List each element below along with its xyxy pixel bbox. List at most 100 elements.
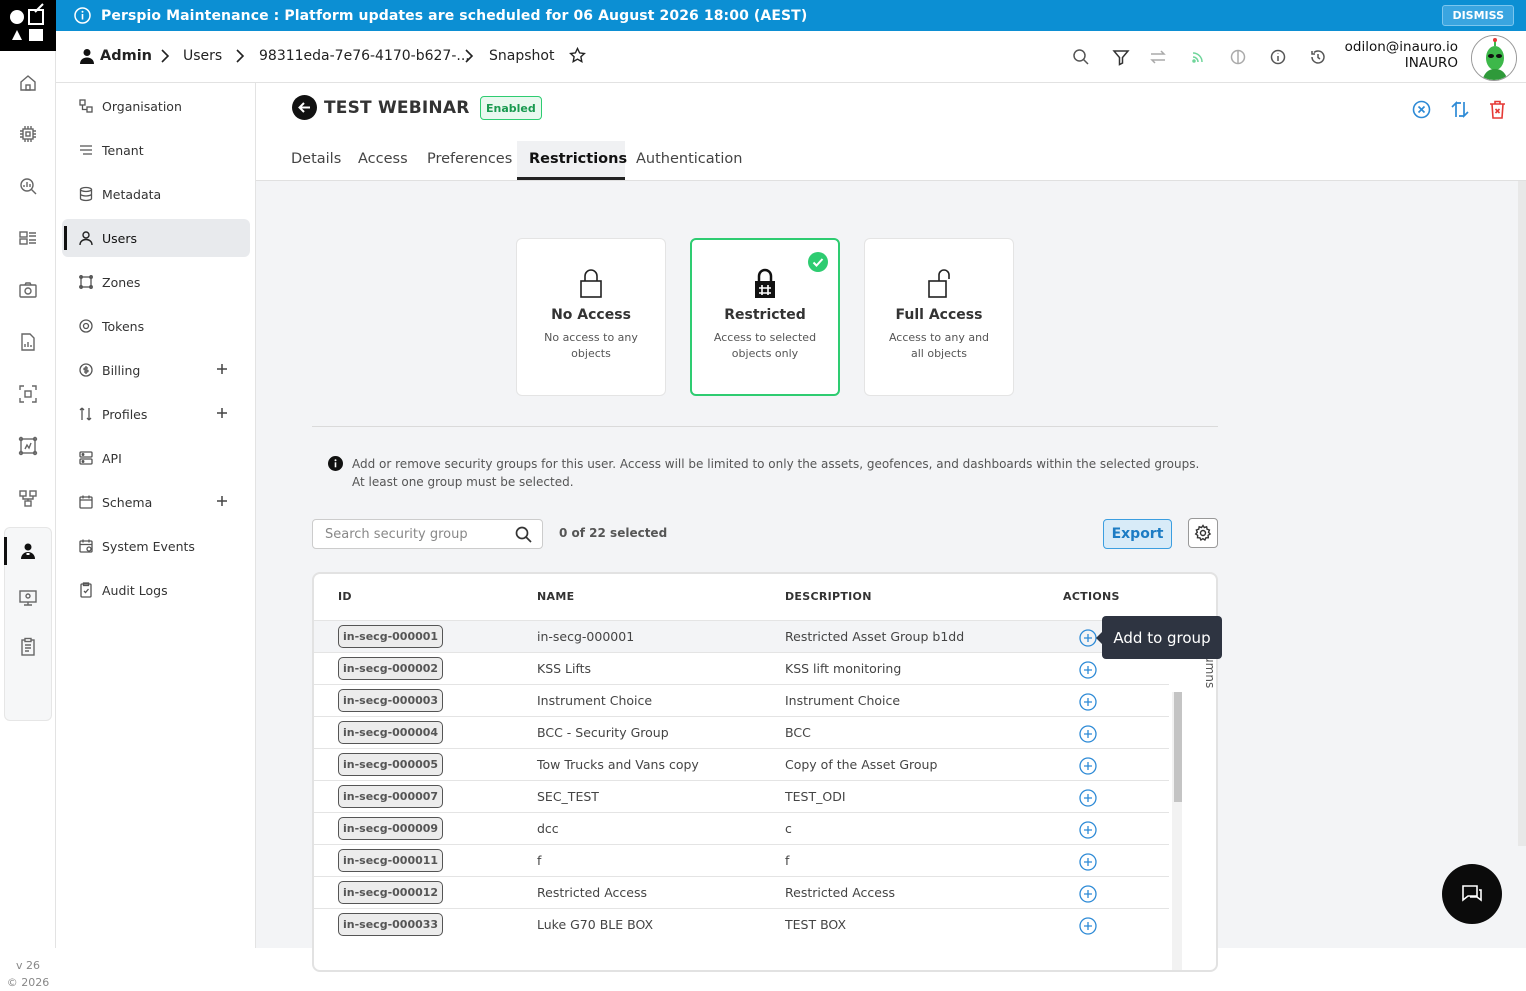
add-circle-icon[interactable] xyxy=(1079,757,1097,775)
table-settings-button[interactable] xyxy=(1188,518,1218,548)
expand-plus-icon[interactable] xyxy=(216,363,228,375)
sidebar-item-metadata[interactable]: Metadata xyxy=(62,175,250,213)
add-circle-icon[interactable] xyxy=(1079,885,1097,903)
sidebar-item-schema[interactable]: Schema xyxy=(62,483,250,521)
sidebar-item-zones[interactable]: Zones xyxy=(62,263,250,301)
add-circle-icon[interactable] xyxy=(1079,661,1097,679)
add-circle-icon[interactable] xyxy=(1079,629,1097,647)
table-scroll-thumb[interactable] xyxy=(1174,692,1182,802)
table-row[interactable]: in-secg-000001 in-secg-000001 Restricted A… xyxy=(314,620,1216,652)
breadcrumb-admin[interactable]: Admin xyxy=(100,48,152,64)
tab-preferences[interactable]: Preferences xyxy=(427,151,512,167)
group-id-pill: in-secg-000002 xyxy=(338,657,444,680)
add-circle-icon[interactable] xyxy=(1079,789,1097,807)
report-icon[interactable] xyxy=(18,332,38,352)
admin-icon[interactable] xyxy=(18,541,38,561)
info-circle-icon[interactable] xyxy=(1269,48,1287,66)
table-row[interactable]: in-secg-000007 SEC_TEST TEST_ODI xyxy=(314,780,1169,812)
tab-restrictions[interactable]: Restrictions xyxy=(529,151,627,167)
expand-plus-icon[interactable] xyxy=(216,495,228,507)
table-row[interactable]: in-secg-000033 Luke G70 BLE BOX TEST BOX xyxy=(314,908,1169,940)
full-access-card[interactable]: Full Access Access to any and all object… xyxy=(864,238,1014,396)
camera-icon[interactable] xyxy=(18,280,38,300)
search-icon[interactable] xyxy=(1072,48,1090,66)
star-icon[interactable] xyxy=(569,47,586,64)
sidebar-item-system-events[interactable]: System Events xyxy=(62,527,250,565)
sidebar-item-tenant[interactable]: Tenant xyxy=(62,131,250,169)
history-icon[interactable] xyxy=(1309,48,1327,66)
breadcrumb-users[interactable]: Users xyxy=(183,48,222,64)
rss-icon[interactable] xyxy=(1189,48,1207,66)
sidebar-item-tokens[interactable]: Tokens xyxy=(62,307,250,345)
chat-button[interactable] xyxy=(1442,864,1502,924)
expand-plus-icon[interactable] xyxy=(216,407,228,419)
add-circle-icon[interactable] xyxy=(1079,853,1097,871)
home-icon[interactable] xyxy=(18,73,38,93)
column-header-id[interactable]: ID xyxy=(338,590,352,603)
user-info[interactable]: odilon@inauro.io INAURO xyxy=(1345,39,1458,71)
scan-icon[interactable] xyxy=(18,384,38,404)
table-row[interactable]: in-secg-000004 BCC - Security Group BCC xyxy=(314,716,1169,748)
table-row[interactable]: in-secg-000012 Restricted Access Restricte… xyxy=(314,876,1169,908)
sync-icon[interactable] xyxy=(1450,100,1470,119)
filter-icon[interactable] xyxy=(1112,48,1130,66)
perspio-logo[interactable] xyxy=(0,0,56,51)
sidebar-item-api[interactable]: API xyxy=(62,439,250,477)
page-scrollbar[interactable] xyxy=(1518,181,1526,846)
chip-icon[interactable] xyxy=(18,124,38,144)
chevron-right-icon xyxy=(160,49,170,63)
tab-authentication[interactable]: Authentication xyxy=(636,151,742,167)
restricted-card[interactable]: Restricted Access to selected objects on… xyxy=(690,238,840,396)
sidebar-item-audit-logs[interactable]: Audit Logs xyxy=(62,571,250,609)
no-access-card[interactable]: No Access No access to any objects xyxy=(516,238,666,396)
hierarchy-icon[interactable] xyxy=(18,488,38,508)
breadcrumb-snapshot[interactable]: Snapshot xyxy=(489,48,554,64)
search-chart-icon[interactable] xyxy=(18,176,38,196)
dashboard-icon[interactable] xyxy=(18,228,38,248)
sidebar-item-organisation[interactable]: Organisation xyxy=(62,87,250,125)
table-row[interactable]: in-secg-000009 dcc c xyxy=(314,812,1169,844)
group-name: f xyxy=(537,853,542,868)
swap-icon[interactable] xyxy=(1149,48,1167,66)
contrast-icon[interactable] xyxy=(1229,48,1247,66)
table-row[interactable]: in-secg-000002 KSS Lifts KSS lift monitori… xyxy=(314,652,1169,684)
export-button[interactable]: Export xyxy=(1103,519,1172,549)
sidebar-item-billing[interactable]: Billing xyxy=(62,351,250,389)
close-circle-icon[interactable] xyxy=(1412,100,1431,119)
breadcrumb-user-id[interactable]: 98311eda-7e76-4170-b627-... xyxy=(259,48,470,64)
copyright-label: © 2026 xyxy=(6,976,50,989)
add-circle-icon[interactable] xyxy=(1079,693,1097,711)
group-description: Copy of the Asset Group xyxy=(785,757,938,772)
column-header-name[interactable]: NAME xyxy=(537,590,574,603)
group-description: TEST_ODI xyxy=(785,789,846,804)
add-circle-icon[interactable] xyxy=(1079,725,1097,743)
tab-details[interactable]: Details xyxy=(291,151,341,167)
schema-icon xyxy=(78,494,94,510)
table-row[interactable]: in-secg-000005 Tow Trucks and Vans copy Co… xyxy=(314,748,1169,780)
tab-access[interactable]: Access xyxy=(358,151,408,167)
table-row[interactable]: in-secg-000003 Instrument Choice Instrumen… xyxy=(314,684,1169,716)
clipboard-icon[interactable] xyxy=(18,637,38,657)
group-description: TEST BOX xyxy=(785,917,847,932)
sidebar-item-profiles[interactable]: Profiles xyxy=(62,395,250,433)
group-description: Instrument Choice xyxy=(785,693,901,708)
delete-icon[interactable] xyxy=(1489,100,1506,119)
avatar[interactable] xyxy=(1471,35,1517,81)
zones-icon xyxy=(78,274,94,290)
group-id-pill: in-secg-000007 xyxy=(338,785,444,808)
search-icon[interactable] xyxy=(515,526,532,543)
add-circle-icon[interactable] xyxy=(1079,821,1097,839)
device-icon[interactable] xyxy=(18,588,38,608)
add-circle-icon[interactable] xyxy=(1079,917,1097,935)
table-row[interactable]: in-secg-000011 f f xyxy=(314,844,1169,876)
sidebar-item-label: Profiles xyxy=(102,406,148,422)
group-name: SEC_TEST xyxy=(537,789,599,804)
column-header-description[interactable]: DESCRIPTION xyxy=(785,590,872,603)
chevron-right-icon xyxy=(235,49,245,63)
search-input[interactable]: Search security group xyxy=(312,519,543,549)
group-name: dcc xyxy=(537,821,559,836)
fleet-icon[interactable] xyxy=(18,436,38,456)
sidebar-item-users[interactable]: Users xyxy=(62,219,250,257)
back-arrow-icon[interactable] xyxy=(292,95,317,120)
dismiss-button[interactable]: DISMISS xyxy=(1442,5,1514,26)
